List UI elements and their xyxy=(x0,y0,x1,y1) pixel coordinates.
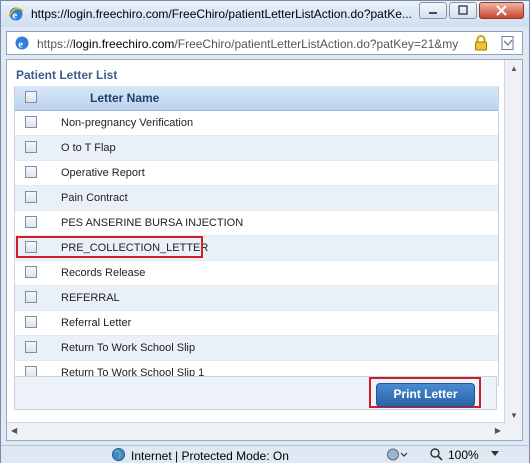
scroll-up-icon[interactable]: ▲ xyxy=(510,64,518,73)
letter-name: Records Release xyxy=(61,267,146,279)
scroll-down-icon[interactable]: ▼ xyxy=(510,411,518,420)
row-checkbox[interactable] xyxy=(25,316,37,328)
zoom-level[interactable]: 100% xyxy=(448,448,479,462)
security-zone-text: Internet | Protected Mode: On xyxy=(131,449,289,463)
close-icon xyxy=(496,5,507,16)
zoom-icon[interactable] xyxy=(429,447,444,462)
table-row: O to T Flap xyxy=(15,136,498,161)
protected-mode-icon[interactable] xyxy=(386,447,410,462)
letter-table: Letter Name Non-pregnancy Verification O… xyxy=(14,86,499,386)
row-checkbox[interactable] xyxy=(25,341,37,353)
scroll-right-icon[interactable]: ▶ xyxy=(495,426,501,435)
row-checkbox[interactable] xyxy=(25,191,37,203)
letter-name: PRE_COLLECTION_LETTER xyxy=(61,242,209,254)
table-row: Operative Report xyxy=(15,161,498,186)
row-checkbox[interactable] xyxy=(25,116,37,128)
close-window-button[interactable] xyxy=(479,2,524,19)
vertical-scrollbar[interactable]: ▲ ▼ xyxy=(504,60,522,440)
maximize-button[interactable] xyxy=(449,2,477,19)
table-row: PRE_COLLECTION_LETTER xyxy=(15,236,498,261)
minimize-button[interactable] xyxy=(419,2,447,19)
maximize-icon xyxy=(458,5,468,15)
table-row: Pain Contract xyxy=(15,186,498,211)
address-bar[interactable]: e https://login.freechiro.com/FreeChiro/… xyxy=(6,31,523,55)
letter-name: Return To Work School Slip xyxy=(61,342,196,354)
scroll-left-icon[interactable]: ◀ xyxy=(11,426,17,435)
chevron-down-icon[interactable] xyxy=(490,450,500,458)
table-row: Referral Letter xyxy=(15,311,498,336)
table-row: REFERRAL xyxy=(15,286,498,311)
popup-content: Patient Letter List Letter Name Non-preg… xyxy=(6,59,523,441)
letter-name: Non-pregnancy Verification xyxy=(61,117,194,129)
table-footer: Print Letter xyxy=(14,376,497,410)
browser-popup-window: e https://login.freechiro.com/FreeChiro/… xyxy=(0,0,530,463)
letter-name: Referral Letter xyxy=(61,317,132,329)
table-header: Letter Name xyxy=(15,86,498,111)
status-bar: Internet | Protected Mode: On 100% xyxy=(1,445,529,463)
title-bar: e https://login.freechiro.com/FreeChiro/… xyxy=(1,1,529,27)
globe-icon xyxy=(111,447,126,462)
select-all-checkbox[interactable] xyxy=(25,91,37,103)
letter-name: O to T Flap xyxy=(61,142,116,154)
svg-text:e: e xyxy=(18,38,23,50)
minimize-icon xyxy=(429,12,437,14)
table-row: PES ANSERINE BURSA INJECTION xyxy=(15,211,498,236)
row-checkbox[interactable] xyxy=(25,166,37,178)
letter-name: Pain Contract xyxy=(61,192,128,204)
table-row: Records Release xyxy=(15,261,498,286)
row-checkbox[interactable] xyxy=(25,241,37,253)
row-checkbox[interactable] xyxy=(25,141,37,153)
row-checkbox[interactable] xyxy=(25,266,37,278)
table-row: Return To Work School Slip xyxy=(15,336,498,361)
window-title: https://login.freechiro.com/FreeChiro/pa… xyxy=(31,7,412,21)
ie-logo-icon: e xyxy=(8,7,24,21)
table-row: Non-pregnancy Verification xyxy=(15,111,498,136)
print-letter-button[interactable]: Print Letter xyxy=(376,383,475,407)
ie-page-icon: e xyxy=(15,36,29,50)
panel-title: Patient Letter List xyxy=(16,68,118,82)
row-checkbox[interactable] xyxy=(25,216,37,228)
address-url: https://login.freechiro.com/FreeChiro/pa… xyxy=(37,37,459,51)
letter-name-header: Letter Name xyxy=(90,91,160,105)
letter-name: Operative Report xyxy=(61,167,145,179)
compatibility-view-icon[interactable] xyxy=(500,35,516,51)
letter-name: PES ANSERINE BURSA INJECTION xyxy=(61,217,244,229)
horizontal-scrollbar[interactable]: ◀ ▶ xyxy=(7,422,505,440)
letter-name: REFERRAL xyxy=(61,292,120,304)
row-checkbox[interactable] xyxy=(25,291,37,303)
lock-icon[interactable] xyxy=(474,35,488,51)
